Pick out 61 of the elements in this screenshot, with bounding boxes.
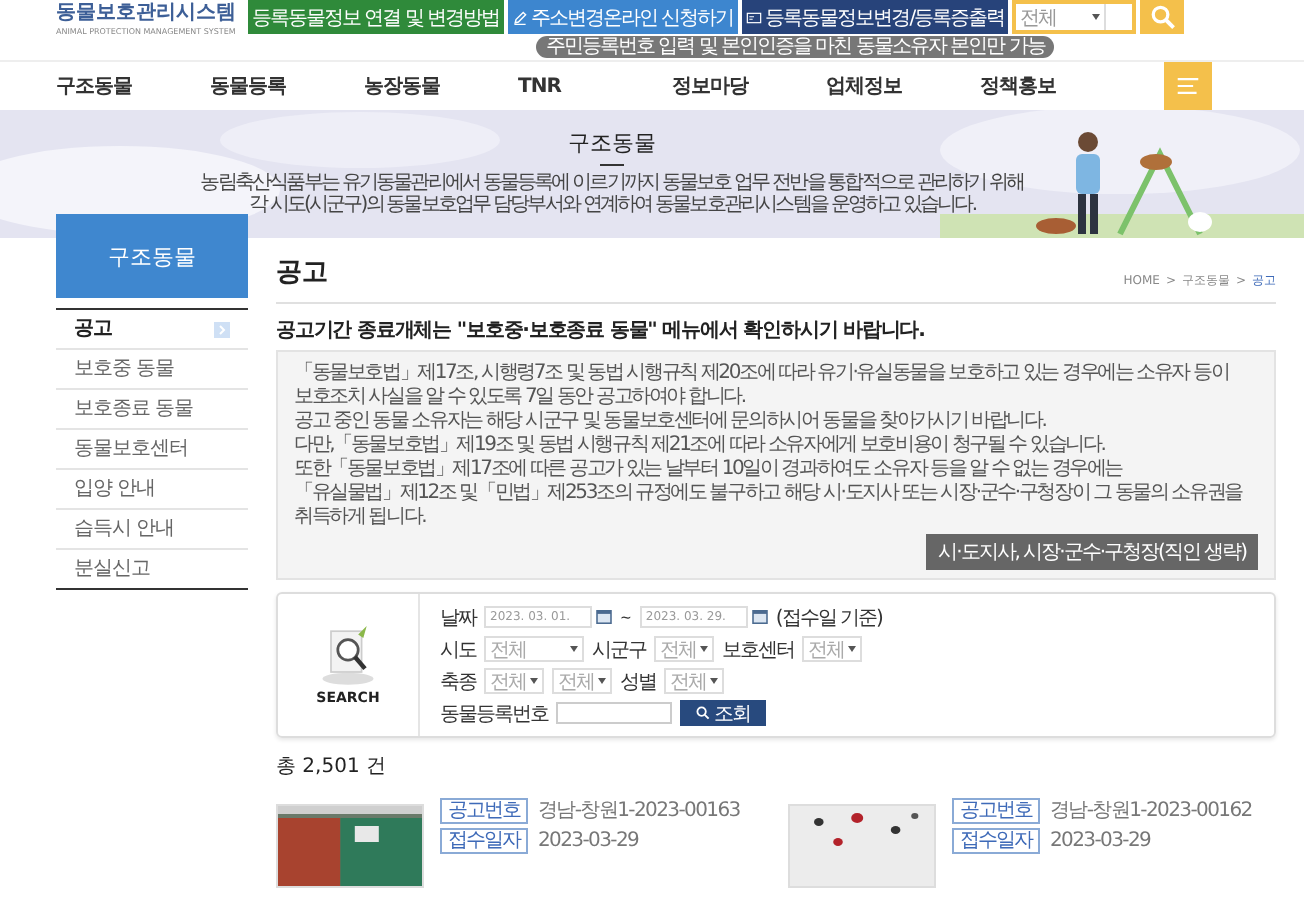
nav-link[interactable]: TNR xyxy=(518,75,672,97)
sidebar-item[interactable]: 습득시 안내 xyxy=(56,508,248,548)
notice-text: 「유실물법」제12조 및「민법」제253조의 규정에도 불구하고 해당 시·도지사 또는 시장·군수·구청장이 그 동물의 소유권을 취득하게 됩니다. xyxy=(294,482,1245,530)
sidebar-item[interactable]: 분실신고 xyxy=(56,548,248,588)
total-count: 총 2,501 건 xyxy=(276,754,388,780)
notice-text: 다만,「동물보호법」제19조 및 동법 시행규칙 제21조에 따라 소유자에게 보호비용이 청구될 수 있습니다. xyxy=(294,434,1107,457)
date-label: 날짜 xyxy=(440,605,476,631)
date-note: (접수일 기준) xyxy=(775,605,882,631)
notice-text: 공고 중인 동물 소유자는 해당 시군구 및 동물보호센터에 문의하시어 동물을 찾아가시기 바랍니다. xyxy=(294,410,1048,433)
notice-text: 또한「동물보호법」제17조에 따른 공고가 있는 날부터 10일이 경과하여도 소유자 등을 알 수 없는 경우에는 xyxy=(294,458,1125,481)
sidebar-item[interactable]: 입양 안내 xyxy=(56,468,248,508)
banner-description: 각 시도(시군구)의 동물보호업무 담당부서와 연계하여 동물보호관리시스템을 운영하고 있습니다. xyxy=(248,194,976,216)
submit-button[interactable]: 조회 xyxy=(680,700,766,726)
search-icon xyxy=(696,706,710,720)
notice-text: 보호조치 사실을 알 수 있도록 7일 동안 공고하여야 합니다. xyxy=(294,386,747,410)
filter-label: 보호센터 xyxy=(722,637,794,663)
field-value: 경남-창원1-2023-00162 xyxy=(1050,798,1252,824)
menu-button[interactable] xyxy=(1164,62,1212,110)
pencil-icon xyxy=(511,9,528,25)
sidebar-item[interactable]: 동물보호센터 xyxy=(56,428,248,468)
field-tag: 접수일자 xyxy=(440,828,528,854)
logo-title[interactable]: 동물보호관리시스템 xyxy=(56,2,240,26)
field-tag: 공고번호 xyxy=(952,797,1040,823)
quick-link-button[interactable]: 주소변경온라인 신청하기 xyxy=(507,0,738,34)
banner-description: 농림축산식품부는 유기동물관리에서 동물등록에 이르기까지 동물보호 업무 전반을 통합적으로 관리하기 위해 xyxy=(200,172,1024,194)
sidebar-item[interactable]: 공고 xyxy=(56,310,248,348)
filter-label: 성별 xyxy=(620,669,656,695)
menu-icon xyxy=(1176,74,1200,98)
field-value: 2023-03-29 xyxy=(538,830,639,852)
registration-number-label: 동물등록번호 xyxy=(440,701,548,727)
tooltip: 주민등록번호 입력 및 본인인증을 마친 동물소유자 본인만 가능 xyxy=(536,36,1055,58)
calendar-icon[interactable] xyxy=(751,610,768,624)
nav-link[interactable]: 구조동물 xyxy=(56,72,210,100)
filter-label: 시도 xyxy=(440,637,476,663)
filter-label: 축종 xyxy=(440,669,476,695)
quick-link-button[interactable]: 등록동물정보 연결 및 변경방법 xyxy=(248,0,504,34)
search-button[interactable] xyxy=(1140,0,1185,34)
notice-text: 「동물보호법」제17조, 시행령7조 및 동법 시행규칙 제20조에 따라 유기·유실동물을 보호하고 있는 경우에는 소유자 등이 xyxy=(294,362,1231,386)
sidebar-title: 구조동물 xyxy=(56,214,248,298)
chevron-icon xyxy=(214,321,230,337)
field-tag: 공고번호 xyxy=(440,797,528,823)
field-tag: 접수일자 xyxy=(952,828,1040,854)
field-value: 경남-창원1-2023-00163 xyxy=(538,798,740,824)
search-icon xyxy=(1149,4,1176,30)
sidebar-item[interactable]: 보호중 동물 xyxy=(56,348,248,388)
field-value: 2023-03-29 xyxy=(1050,830,1151,852)
nav-link[interactable]: 정책홍보 xyxy=(980,72,1134,100)
registration-number-field[interactable] xyxy=(556,702,672,724)
filter-label: 시군구 xyxy=(592,637,646,663)
quick-link-button[interactable]: 등록동물정보변경/등록증출력 xyxy=(741,0,1009,34)
card-icon xyxy=(745,9,762,25)
calendar-icon[interactable] xyxy=(596,610,612,624)
sidebar-item[interactable]: 보호종료 동물 xyxy=(56,388,248,428)
nav-link[interactable]: 정보마당 xyxy=(672,72,826,100)
page-title: 공고 xyxy=(276,256,328,290)
signature-label: 시·도지사, 시장·군수·구청장(직인 생략) xyxy=(926,534,1258,570)
nav-link[interactable]: 농장동물 xyxy=(364,72,518,100)
banner-title: 구조동물 xyxy=(568,128,656,158)
nav-link[interactable]: 업체정보 xyxy=(826,72,980,100)
nav-link[interactable]: 동물등록 xyxy=(210,72,364,100)
notice-headline: 공고기간 종료개체는 "보호중·보호종료 동물" 메뉴에서 확인하시기 바랍니다. xyxy=(276,318,927,344)
